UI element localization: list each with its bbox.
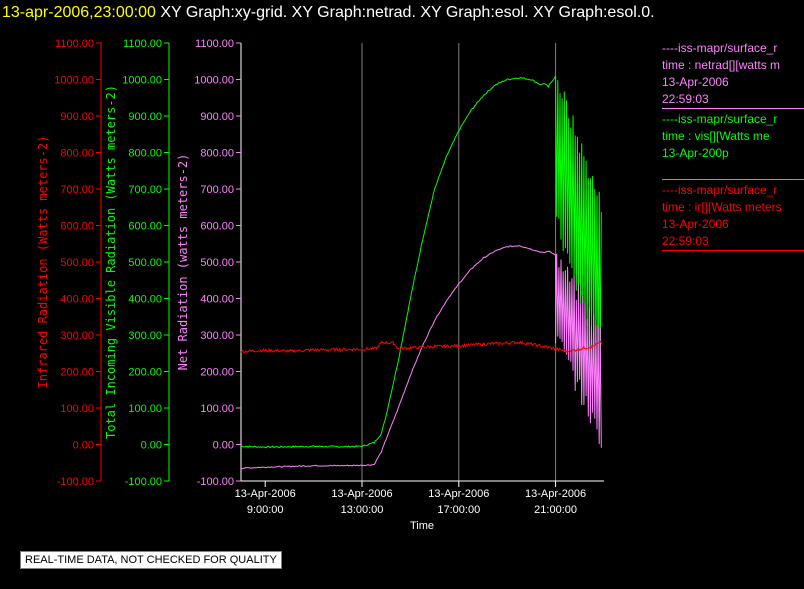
y-tick-label-ir: 500.00 xyxy=(60,257,94,269)
legend-net-variable: time : netrad[][watts m xyxy=(662,58,781,72)
legend-net-title: ----iss-mapr/surface_r xyxy=(662,41,778,55)
legend-vis-time xyxy=(662,162,804,179)
legend-entry-ir: ----iss-mapr/surface_r time : ir[][Watts… xyxy=(662,182,804,253)
y-tick-label-net: 900.00 xyxy=(200,111,234,123)
y-tick-label-ir: 100.00 xyxy=(60,403,94,415)
y-tick-label-vis: 700.00 xyxy=(128,184,162,196)
y-tick-label-net: -100.00 xyxy=(197,476,234,488)
y-tick-label-vis: 100.00 xyxy=(128,403,162,415)
y-tick-label-ir: 900.00 xyxy=(60,111,94,123)
y-tick-label-ir: 0.00 xyxy=(73,440,94,452)
series-line-net xyxy=(240,245,602,470)
legend-entry-vis: ----iss-mapr/surface_r time : vis[][Watt… xyxy=(662,111,804,182)
y-tick-label-net: 1100.00 xyxy=(195,38,234,50)
x-tick-label-time: 13:00:00 xyxy=(341,504,384,516)
legend-ir-separator xyxy=(662,250,804,251)
y-tick-label-net: 500.00 xyxy=(200,257,234,269)
series-line-ir xyxy=(240,340,603,354)
y-tick-label-ir: 200.00 xyxy=(60,367,94,379)
y-axis-label-ir: Infrared Radiation (Watts meters-2) xyxy=(36,136,50,389)
quality-notice: REAL-TIME DATA, NOT CHECKED FOR QUALITY xyxy=(20,551,282,569)
x-tick-label-date: 13-Apr-2006 xyxy=(428,488,489,500)
y-tick-label-net: 200.00 xyxy=(200,367,234,379)
y-tick-label-net: 300.00 xyxy=(200,330,234,342)
y-tick-label-vis: -100.00 xyxy=(125,476,162,488)
y-tick-label-vis: 200.00 xyxy=(128,367,162,379)
legend-vis-title: ----iss-mapr/surface_r xyxy=(662,112,778,126)
legend-net-time: 22:59:03 xyxy=(662,92,709,106)
legend-vis-separator xyxy=(662,179,804,180)
y-tick-label-vis: 400.00 xyxy=(128,294,162,306)
legend-vis-variable: time : vis[][Watts me xyxy=(662,129,770,143)
chart-legend: ----iss-mapr/surface_r time : netrad[][w… xyxy=(662,40,804,253)
legend-ir-time: 22:59:03 xyxy=(662,234,709,248)
y-tick-label-vis: 1000.00 xyxy=(122,75,162,87)
x-tick-label-time: 21:00:00 xyxy=(534,504,577,516)
y-axis-label-vis: Total Incoming Visible Radiation (Watts … xyxy=(104,85,118,439)
y-tick-label-net: 1000.00 xyxy=(194,75,234,87)
legend-net-separator xyxy=(662,108,804,109)
y-tick-label-ir: 400.00 xyxy=(60,294,94,306)
y-tick-label-ir: 700.00 xyxy=(60,184,94,196)
y-tick-label-ir: -100.00 xyxy=(57,476,94,488)
y-tick-label-net: 700.00 xyxy=(200,184,234,196)
y-tick-label-ir: 800.00 xyxy=(60,148,94,160)
x-tick-label-date: 13-Apr-2006 xyxy=(525,488,586,500)
y-tick-label-ir: 300.00 xyxy=(60,330,94,342)
legend-net-date: 13-Apr-2006 xyxy=(662,75,729,89)
y-tick-label-net: 800.00 xyxy=(200,148,234,160)
legend-ir-date: 13-Apr-2006 xyxy=(662,217,729,231)
series-line-vis xyxy=(241,75,602,449)
y-tick-label-vis: 300.00 xyxy=(128,330,162,342)
x-axis-label: Time xyxy=(410,520,434,532)
x-tick-label-date: 13-Apr-2006 xyxy=(331,488,392,500)
y-tick-label-net: 400.00 xyxy=(200,294,234,306)
y-tick-label-net: 100.00 xyxy=(200,403,234,415)
x-tick-label-date: 13-Apr-2006 xyxy=(235,488,296,500)
y-axis-label-net: Net Radiation (watts meters-2) xyxy=(176,154,190,371)
y-tick-label-vis: 900.00 xyxy=(128,111,162,123)
y-tick-label-vis: 1100.00 xyxy=(123,38,162,50)
y-tick-label-net: 0.00 xyxy=(213,440,234,452)
y-tick-label-ir: 1100.00 xyxy=(55,38,94,50)
legend-vis-date: 13-Apr-200p xyxy=(662,146,729,160)
legend-entry-net: ----iss-mapr/surface_r time : netrad[][w… xyxy=(662,40,804,111)
y-tick-label-ir: 600.00 xyxy=(60,221,94,233)
y-tick-label-vis: 0.00 xyxy=(141,440,162,452)
y-tick-label-vis: 600.00 xyxy=(128,221,162,233)
y-tick-label-net: 600.00 xyxy=(200,221,234,233)
x-tick-label-time: 9:00:00 xyxy=(247,504,284,516)
y-tick-label-vis: 800.00 xyxy=(128,148,162,160)
legend-ir-variable: time : ir[][Watts meters xyxy=(662,200,782,214)
legend-ir-title: ----iss-mapr/surface_r xyxy=(662,183,778,197)
y-tick-label-vis: 500.00 xyxy=(128,257,162,269)
y-tick-label-ir: 1000.00 xyxy=(54,75,94,87)
x-tick-label-time: 17:00:00 xyxy=(437,504,480,516)
